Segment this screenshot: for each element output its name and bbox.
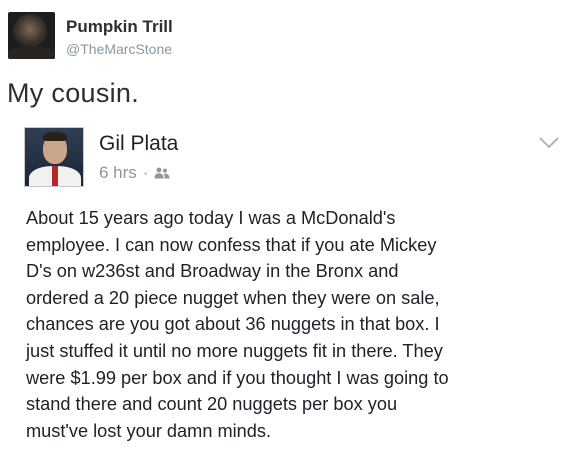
- fb-post-line: just stuffed it until no more nuggets fi…: [26, 340, 443, 361]
- fb-post-body: About 15 years ago today I was a McDonal…: [26, 205, 561, 444]
- fb-post-line: stand there and count 20 nuggets per box…: [26, 394, 398, 415]
- fb-post-line: About 15 years ago today I was a McDonal…: [26, 208, 396, 228]
- fb-author-avatar[interactable]: [24, 127, 84, 187]
- tweet-author-name[interactable]: Pumpkin Trill: [66, 17, 173, 37]
- fb-post-line: chances are you got about 36 nuggets in …: [26, 314, 440, 335]
- embedded-facebook-post: Gil Plata 6 hrs · About 15 years ago toda…: [24, 122, 566, 462]
- fb-post-line: employee. I can now confess that if you …: [26, 234, 437, 255]
- tweet-header: Pumpkin Trill @TheMarcStone: [8, 10, 568, 60]
- fb-post-line: ordered a 20 piece nugget when they were…: [26, 287, 440, 308]
- friends-icon[interactable]: [154, 164, 170, 179]
- chevron-down-icon[interactable]: [538, 136, 560, 150]
- fb-post-line: must've lost your damn minds.: [26, 420, 272, 441]
- fb-post-line: D's on w236st and Broadway in the Bronx …: [26, 261, 399, 282]
- tweet-text: My cousin.: [7, 78, 140, 108]
- tweet-author-handle[interactable]: @TheMarcStone: [66, 41, 172, 57]
- fb-post-line: were $1.99 per box and if you thought I …: [26, 367, 449, 388]
- meta-separator: ·: [142, 163, 149, 182]
- avatar[interactable]: [8, 12, 55, 59]
- fb-post-meta: 6 hrs ·: [99, 163, 170, 183]
- fb-timestamp[interactable]: 6 hrs: [99, 163, 137, 182]
- fb-author-name[interactable]: Gil Plata: [99, 132, 178, 156]
